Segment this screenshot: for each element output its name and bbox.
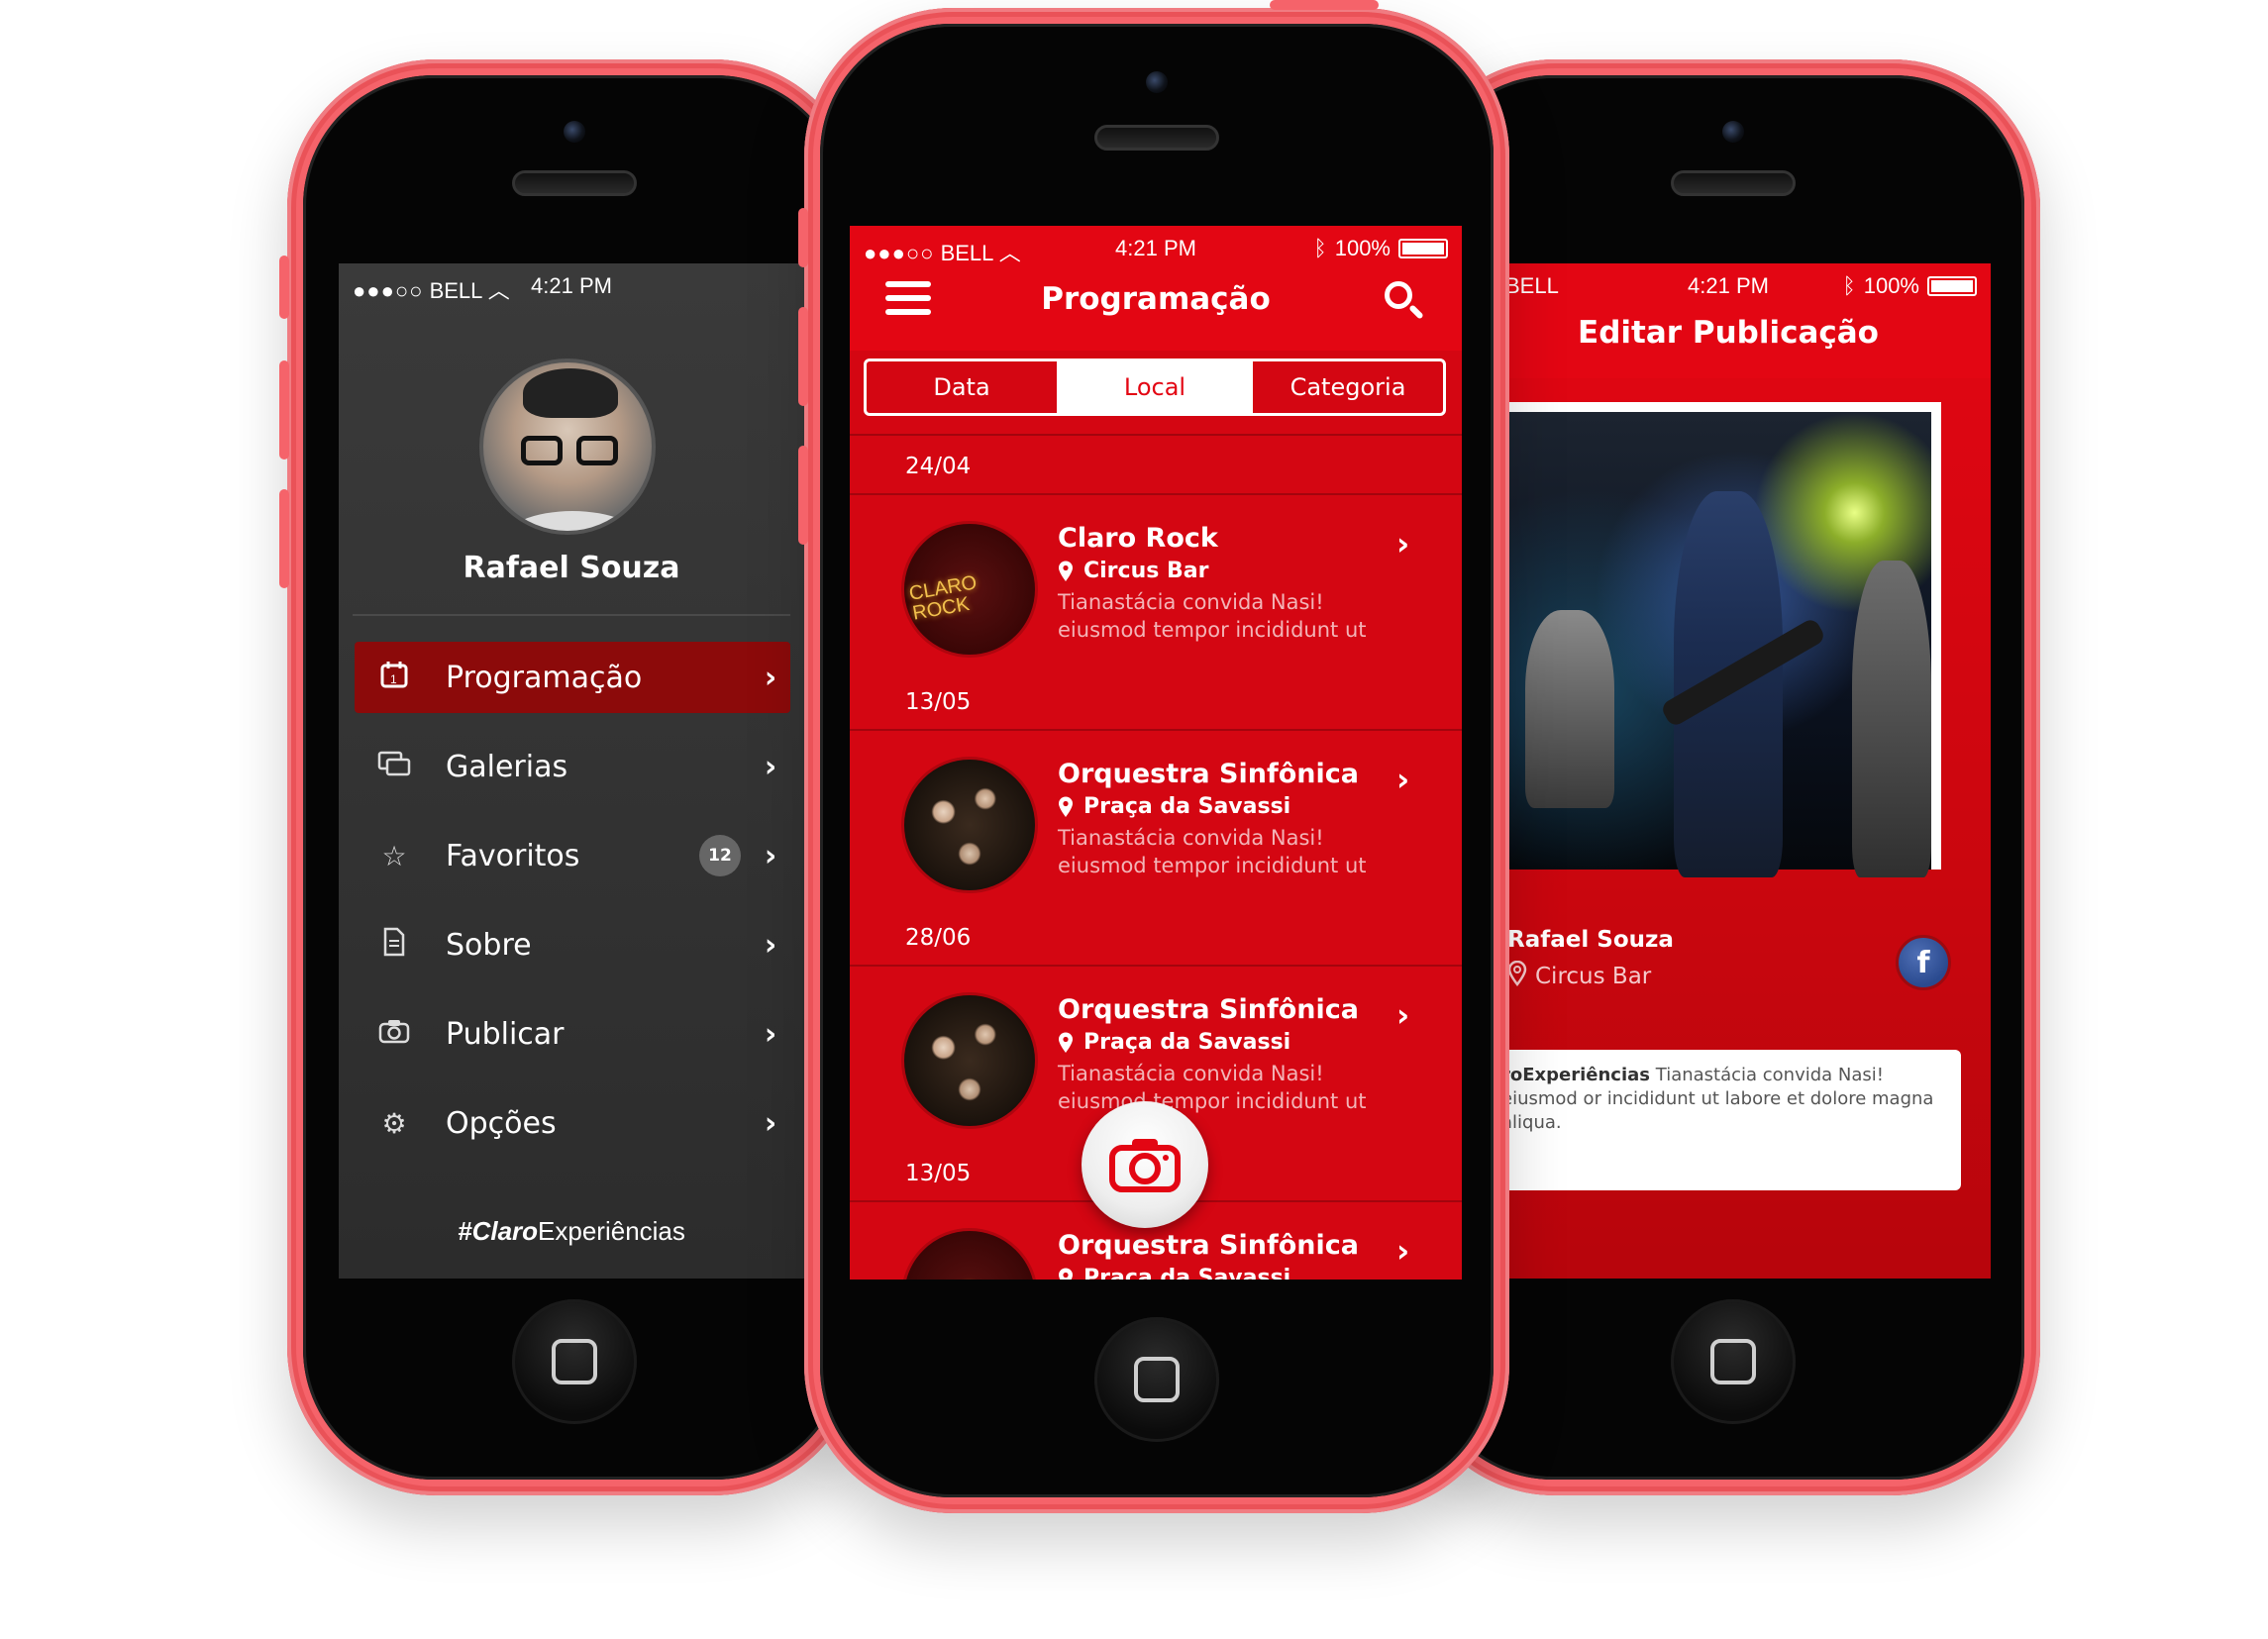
date-header: 28/06 bbox=[850, 907, 1462, 967]
side-menu-screen: ●●●○○ BELL ︿ 4:21 PM Rafael Souza 1 Prog… bbox=[339, 263, 804, 1279]
status-bar: ●●●○○ BELL ︿ 4:21 PM bbox=[353, 273, 612, 303]
date-header: 13/05 bbox=[850, 671, 1462, 731]
location-pin-icon bbox=[1059, 1032, 1073, 1053]
filter-tabs: Data Local Categoria bbox=[864, 359, 1446, 416]
chevron-right-icon: › bbox=[764, 660, 777, 695]
battery-icon bbox=[1927, 276, 1977, 296]
event-title: Orquestra Sinfônica bbox=[1058, 1230, 1359, 1261]
menu-item-sobre[interactable]: Sobre › bbox=[355, 909, 790, 980]
hashtag-brand: #ClaroExperiências bbox=[458, 1216, 685, 1246]
left-phone-camera bbox=[564, 121, 585, 143]
gallery-icon bbox=[372, 750, 416, 784]
right-home-button[interactable] bbox=[1671, 1299, 1796, 1424]
camera-fab-button[interactable] bbox=[1082, 1101, 1208, 1228]
chevron-right-icon: › bbox=[1396, 996, 1410, 1034]
location-pin-icon bbox=[1059, 1268, 1073, 1280]
svg-text:1: 1 bbox=[390, 672, 397, 686]
event-description: Tianastácia convida Nasi! eiusmod tempor… bbox=[1058, 590, 1367, 642]
location-pin-icon bbox=[1059, 796, 1073, 817]
edit-post-screen: BELL 4:21 PM ᛒ 100% Editar Publicação Raf… bbox=[1466, 263, 1991, 1279]
facebook-icon: f bbox=[1916, 945, 1930, 980]
chevron-right-icon: › bbox=[1396, 761, 1410, 798]
event-thumbnail: CLARO ROCK bbox=[901, 1228, 1038, 1280]
author-location: Circus Bar bbox=[1507, 960, 1651, 992]
right-phone-camera bbox=[1722, 121, 1744, 143]
event-title: Orquestra Sinfônica bbox=[1058, 994, 1359, 1025]
battery-icon bbox=[1398, 239, 1448, 258]
event-thumbnail bbox=[901, 757, 1038, 893]
location-pin-icon bbox=[1059, 561, 1073, 581]
star-icon: ☆ bbox=[381, 839, 407, 872]
chevron-right-icon: › bbox=[764, 838, 777, 873]
status-bar: BELL 4:21 PM ᛒ 100% bbox=[1466, 263, 1991, 307]
menu-item-galerias[interactable]: Galerias › bbox=[355, 731, 790, 802]
center-home-button[interactable] bbox=[1094, 1317, 1219, 1442]
center-phone-camera bbox=[1146, 71, 1168, 93]
schedule-screen: ●●●○○ BELL ︿ 4:21 PM ᛒ 100% Programação D… bbox=[850, 226, 1462, 1280]
chevron-right-icon: › bbox=[764, 749, 777, 784]
favorites-count-badge: 12 bbox=[699, 835, 741, 876]
center-phone-speaker bbox=[1094, 125, 1219, 151]
event-title: Orquestra Sinfônica bbox=[1058, 759, 1359, 789]
event-location: Circus Bar bbox=[1058, 559, 1208, 583]
menu-item-opcoes[interactable]: ⚙ Opções › bbox=[355, 1087, 790, 1159]
concert-photo bbox=[1505, 412, 1931, 877]
event-location: Praça da Savassi bbox=[1058, 1266, 1290, 1280]
status-bar: ●●●○○ BELL ︿ 4:21 PM ᛒ 100% bbox=[850, 226, 1462, 269]
caption-textarea[interactable]: roExperiências Tianastácia convida Nasi!… bbox=[1486, 1050, 1961, 1190]
chevron-right-icon: › bbox=[764, 1105, 777, 1141]
event-thumbnail bbox=[901, 992, 1038, 1129]
left-phone-speaker bbox=[512, 170, 637, 196]
post-photo[interactable] bbox=[1505, 402, 1941, 877]
event-thumbnail: CLARO ROCK bbox=[901, 521, 1038, 658]
camera-icon bbox=[372, 1018, 416, 1051]
chevron-right-icon: › bbox=[764, 927, 777, 963]
event-title: Claro Rock bbox=[1058, 523, 1218, 554]
tab-data[interactable]: Data bbox=[867, 361, 1057, 413]
menu-item-publicar[interactable]: Publicar › bbox=[355, 998, 790, 1070]
facebook-share-button[interactable]: f bbox=[1896, 935, 1951, 990]
author-name: Rafael Souza bbox=[1507, 927, 1674, 953]
event-description: Tianastácia convida Nasi! eiusmod tempor… bbox=[1058, 1062, 1367, 1113]
menu-item-programacao[interactable]: 1 Programação › bbox=[355, 642, 790, 713]
page-title: Programação bbox=[1041, 281, 1271, 317]
camera-icon bbox=[1109, 1139, 1181, 1192]
tab-categoria[interactable]: Categoria bbox=[1250, 361, 1443, 413]
document-icon bbox=[372, 927, 416, 964]
chevron-right-icon: › bbox=[1396, 525, 1410, 563]
divider bbox=[353, 614, 790, 616]
list-item[interactable]: CLARO ROCK Claro Rock Circus Bar Tianast… bbox=[850, 495, 1462, 671]
search-icon[interactable] bbox=[1385, 281, 1424, 321]
location-pin-icon bbox=[1507, 960, 1527, 992]
bluetooth-icon: ᛒ bbox=[1313, 236, 1327, 260]
list-item[interactable]: Orquestra Sinfônica Praça da Savassi Tia… bbox=[850, 731, 1462, 907]
menu-item-favoritos[interactable]: ☆ Favoritos 12 › bbox=[355, 820, 790, 891]
calendar-icon: 1 bbox=[372, 660, 416, 696]
gear-icon: ⚙ bbox=[381, 1106, 407, 1140]
event-location: Praça da Savassi bbox=[1058, 1030, 1290, 1055]
event-location: Praça da Savassi bbox=[1058, 794, 1290, 819]
bluetooth-icon: ᛒ bbox=[1842, 273, 1856, 298]
tab-local[interactable]: Local bbox=[1057, 361, 1250, 413]
event-description: Tianastácia convida Nasi! eiusmod tempor… bbox=[1058, 826, 1367, 877]
page-title: Editar Publicação bbox=[1578, 315, 1879, 351]
left-home-button[interactable] bbox=[512, 1299, 637, 1424]
date-header: 24/04 bbox=[850, 436, 1462, 495]
chevron-right-icon: › bbox=[764, 1016, 777, 1052]
chevron-right-icon: › bbox=[1396, 1232, 1410, 1270]
user-name: Rafael Souza bbox=[463, 551, 680, 585]
avatar[interactable] bbox=[479, 359, 656, 535]
right-phone-speaker bbox=[1671, 170, 1796, 196]
